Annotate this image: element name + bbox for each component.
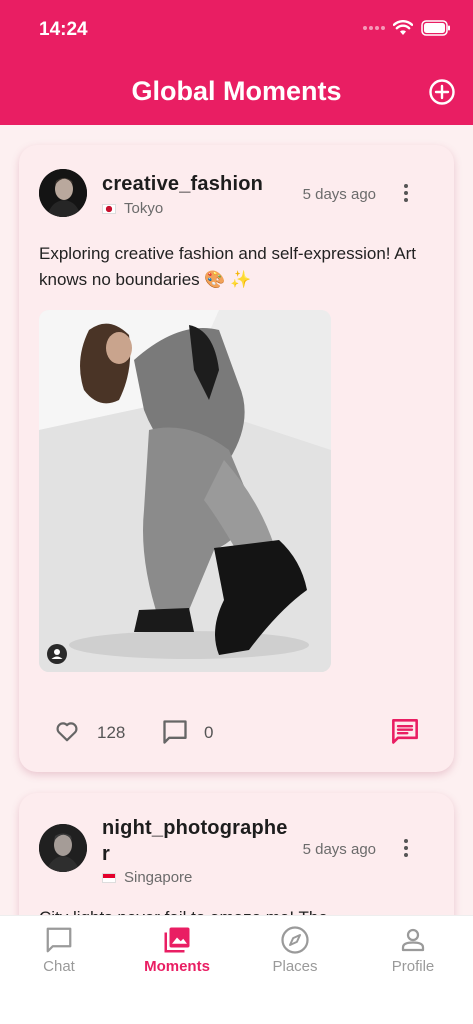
post-timestamp: 5 days ago [302, 186, 376, 203]
nav-item-profile[interactable]: Profile [363, 925, 463, 975]
moment-card: night_photographe r Singapore 5 days ago… [19, 793, 454, 915]
comment-count: 0 [204, 723, 214, 742]
message-button[interactable] [391, 718, 419, 746]
location-label: Tokyo [124, 200, 164, 217]
nav-label-places: Places [272, 958, 318, 975]
add-moment-button[interactable] [428, 78, 456, 106]
post-username-line-1: night_photographe [102, 817, 288, 839]
nav-label-profile: Profile [391, 958, 435, 975]
battery-icon [421, 20, 450, 36]
post-photo[interactable] [39, 310, 331, 672]
like-count: 128 [97, 723, 126, 742]
avatar-image [39, 169, 87, 217]
fashion-photo [39, 310, 331, 672]
photo-credit-button[interactable] [47, 644, 67, 664]
moments-feed[interactable]: creative_fashion Tokyo 5 days ago Explor… [0, 125, 473, 915]
status-time: 14:24 [39, 19, 88, 40]
status-icons [363, 20, 451, 36]
post-text: City lights never fail to amaze me! The [39, 905, 434, 915]
nav-label-chat: Chat [43, 958, 75, 975]
bottom-navigation: Chat Moments Places Profile [0, 915, 473, 1024]
location-label: Singapore [124, 869, 193, 886]
avatar[interactable] [39, 824, 87, 872]
person-icon [51, 649, 63, 659]
post-location: Tokyo [102, 200, 163, 217]
like-button[interactable] [54, 718, 80, 744]
chat-icon [46, 927, 72, 953]
comment-button[interactable] [161, 718, 189, 746]
post-username-line-2: r [102, 843, 110, 865]
post-actions: 128 0 [19, 715, 454, 749]
post-timestamp: 5 days ago [302, 841, 376, 858]
photo-icon [164, 927, 190, 953]
moment-card: creative_fashion Tokyo 5 days ago Explor… [19, 145, 454, 772]
avatar-image [39, 824, 87, 872]
compass-icon [281, 926, 309, 954]
page-title: Global Moments [131, 76, 342, 106]
japan-flag-icon [102, 203, 116, 214]
post-text: Exploring creative fashion and self-expr… [39, 244, 417, 289]
signal-icon [363, 26, 385, 30]
nav-label-moments: Moments [144, 958, 210, 975]
person-icon [401, 928, 425, 952]
app-header: 14:24 Global Moments [0, 0, 473, 125]
nav-item-chat[interactable]: Chat [9, 925, 109, 975]
more-options-icon[interactable] [402, 838, 410, 858]
post-location: Singapore [102, 869, 192, 886]
singapore-flag-icon [102, 872, 116, 883]
avatar[interactable] [39, 169, 87, 217]
more-options-icon[interactable] [402, 183, 410, 203]
post-username[interactable]: creative_fashion [102, 173, 263, 196]
post-username[interactable]: night_photographe r [102, 815, 288, 867]
wifi-icon [393, 20, 413, 35]
nav-item-places[interactable]: Places [245, 925, 345, 975]
nav-item-moments[interactable]: Moments [127, 925, 227, 975]
